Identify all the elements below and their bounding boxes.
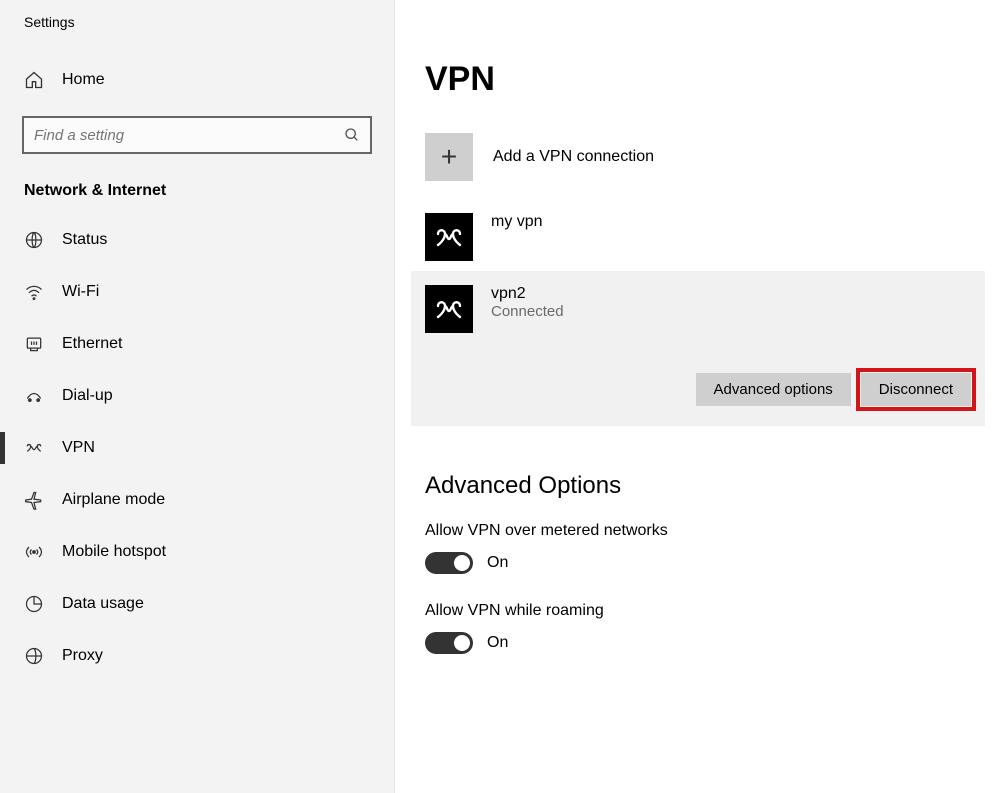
dialup-icon xyxy=(24,386,44,406)
toggle-label: Allow VPN over metered networks xyxy=(425,522,1004,540)
vpn-name: vpn2 xyxy=(491,285,564,303)
wifi-icon xyxy=(24,282,44,302)
page-title: VPN xyxy=(425,60,1004,99)
toggle-metered: Allow VPN over metered networks On xyxy=(425,522,1004,574)
home-icon xyxy=(24,70,44,90)
sidebar-item-label: Status xyxy=(62,231,107,249)
vpn-info: vpn2 Connected xyxy=(491,285,564,320)
window-title: Settings xyxy=(0,14,394,30)
add-vpn-label: Add a VPN connection xyxy=(493,148,654,166)
toggle-roaming: Allow VPN while roaming On xyxy=(425,602,1004,654)
toggle-switch-metered[interactable] xyxy=(425,552,473,574)
airplane-icon xyxy=(24,490,44,510)
sidebar-item-label: Dial-up xyxy=(62,387,113,405)
sidebar-home[interactable]: Home xyxy=(0,60,394,100)
globe-icon xyxy=(24,230,44,250)
vpn-name: my vpn xyxy=(491,213,543,231)
search-icon xyxy=(344,127,360,143)
sidebar-item-dialup[interactable]: Dial-up xyxy=(0,370,394,422)
vpn-connection-selected[interactable]: vpn2 Connected Advanced options Disconne… xyxy=(411,271,985,426)
vpn-status: Connected xyxy=(491,303,564,320)
sidebar-item-wifi[interactable]: Wi-Fi xyxy=(0,266,394,318)
ethernet-icon xyxy=(24,334,44,354)
hotspot-icon xyxy=(24,542,44,562)
toggle-switch-roaming[interactable] xyxy=(425,632,473,654)
advanced-options-heading: Advanced Options xyxy=(425,472,1004,500)
proxy-icon xyxy=(24,646,44,666)
search-box[interactable] xyxy=(22,116,372,154)
vpn-connection-item[interactable]: my vpn xyxy=(425,203,1004,271)
sidebar-item-label: Mobile hotspot xyxy=(62,543,166,561)
sidebar-item-label: VPN xyxy=(62,439,95,457)
data-icon xyxy=(24,594,44,614)
main-content: VPN + Add a VPN connection my vpn vpn2 C… xyxy=(395,0,1004,793)
disconnect-button[interactable]: Disconnect xyxy=(861,373,971,406)
vpn-icon xyxy=(24,438,44,458)
sidebar-home-label: Home xyxy=(62,71,105,89)
toggle-state: On xyxy=(487,554,508,572)
sidebar-category: Network & Internet xyxy=(0,154,394,214)
sidebar-item-datausage[interactable]: Data usage xyxy=(0,578,394,630)
sidebar-item-status[interactable]: Status xyxy=(0,214,394,266)
plus-icon: + xyxy=(425,133,473,181)
sidebar-item-label: Wi-Fi xyxy=(62,283,99,301)
vpn-info: my vpn xyxy=(491,213,543,231)
toggle-label: Allow VPN while roaming xyxy=(425,602,1004,620)
sidebar-item-vpn[interactable]: VPN xyxy=(0,422,394,474)
advanced-options-button[interactable]: Advanced options xyxy=(696,373,851,406)
sidebar-item-airplane[interactable]: Airplane mode xyxy=(0,474,394,526)
vpn-tile-icon xyxy=(425,213,473,261)
sidebar-item-label: Data usage xyxy=(62,595,144,613)
sidebar-item-ethernet[interactable]: Ethernet xyxy=(0,318,394,370)
add-vpn-connection[interactable]: + Add a VPN connection xyxy=(425,129,1004,185)
sidebar-item-label: Proxy xyxy=(62,647,103,665)
settings-sidebar: Settings Home Network & Internet Status … xyxy=(0,0,395,793)
vpn-connection-item: vpn2 Connected xyxy=(425,285,971,333)
sidebar-item-proxy[interactable]: Proxy xyxy=(0,630,394,682)
vpn-action-buttons: Advanced options Disconnect xyxy=(425,373,971,406)
search-input[interactable] xyxy=(34,127,344,144)
vpn-tile-icon xyxy=(425,285,473,333)
sidebar-item-hotspot[interactable]: Mobile hotspot xyxy=(0,526,394,578)
toggle-state: On xyxy=(487,634,508,652)
sidebar-item-label: Ethernet xyxy=(62,335,122,353)
sidebar-item-label: Airplane mode xyxy=(62,491,165,509)
